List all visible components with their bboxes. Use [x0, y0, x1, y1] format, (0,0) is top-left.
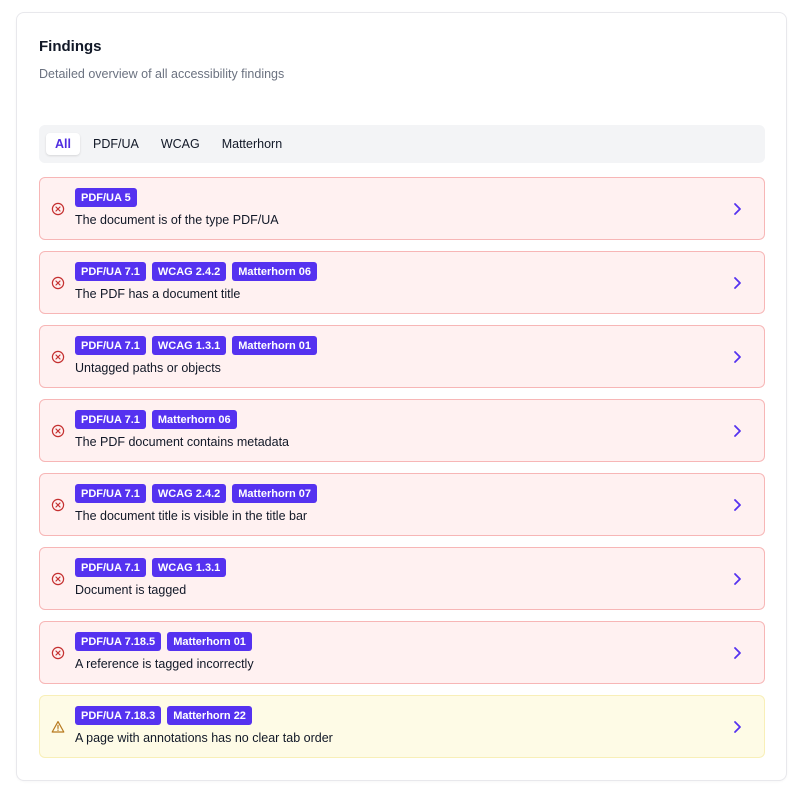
- finding-item[interactable]: PDF/UA 7.1 WCAG 2.4.2 Matterhorn 07 The doc…: [39, 473, 765, 536]
- finding-item[interactable]: PDF/UA 7.18.5 Matterhorn 01 A reference is…: [39, 621, 765, 684]
- finding-badges: PDF/UA 7.18.5 Matterhorn 01: [75, 632, 258, 651]
- finding-item[interactable]: PDF/UA 7.18.3 Matterhorn 22 A page with an…: [39, 695, 765, 758]
- chevron-right-icon[interactable]: [732, 202, 742, 216]
- standard-badge: PDF/UA 7.1: [75, 262, 146, 281]
- finding-badges: PDF/UA 7.1 Matterhorn 06: [75, 410, 243, 429]
- finding-item[interactable]: PDF/UA 7.1 Matterhorn 06 The PDF document …: [39, 399, 765, 462]
- finding-description: Document is tagged: [75, 583, 187, 597]
- chevron-right-icon[interactable]: [732, 646, 742, 660]
- chevron-right-icon[interactable]: [732, 276, 742, 290]
- finding-item[interactable]: PDF/UA 7.1 WCAG 1.3.1 Document is tagged: [39, 547, 765, 610]
- standard-badge: PDF/UA 7.18.5: [75, 632, 162, 651]
- standard-badge: PDF/UA 7.1: [75, 410, 146, 429]
- chevron-right-icon[interactable]: [732, 720, 742, 734]
- finding-item[interactable]: PDF/UA 7.1 WCAG 2.4.2 Matterhorn 06 The PDF…: [39, 251, 765, 314]
- finding-badges: PDF/UA 7.1 WCAG 2.4.2 Matterhorn 07: [75, 484, 323, 503]
- chevron-right-icon[interactable]: [732, 572, 742, 586]
- x-circle-icon: [51, 498, 65, 512]
- finding-item[interactable]: PDF/UA 7.1 WCAG 1.3.1 Matterhorn 01 Untagge…: [39, 325, 765, 388]
- finding-description: The document title is visible in the tit…: [75, 509, 308, 523]
- finding-badges: PDF/UA 7.1 WCAG 1.3.1 Matterhorn 01: [75, 336, 323, 355]
- page-subtitle: Detailed overview of all accessibility f…: [39, 67, 285, 81]
- standard-badge: PDF/UA 5: [75, 188, 137, 207]
- standard-badge: PDF/UA 7.1: [75, 558, 146, 577]
- tab-pdfua[interactable]: PDF/UA: [84, 133, 148, 155]
- x-circle-icon: [51, 276, 65, 290]
- page-title: Findings: [39, 38, 102, 55]
- warning-triangle-icon: [51, 721, 65, 733]
- chevron-right-icon[interactable]: [732, 424, 742, 438]
- x-circle-icon: [51, 572, 65, 586]
- standard-badge: WCAG 2.4.2: [151, 484, 227, 503]
- standard-badge: PDF/UA 7.18.3: [75, 706, 162, 725]
- standard-badge: Matterhorn 06: [232, 262, 317, 281]
- finding-description: A page with annotations has no clear tab…: [75, 731, 333, 745]
- standard-badge: WCAG 1.3.1: [151, 336, 227, 355]
- finding-description: The document is of the type PDF/UA: [75, 213, 279, 227]
- standard-badge: Matterhorn 06: [151, 410, 237, 429]
- standard-badge: WCAG 1.3.1: [151, 558, 227, 577]
- x-circle-icon: [51, 350, 65, 364]
- chevron-right-icon[interactable]: [732, 498, 742, 512]
- tab-wcag[interactable]: WCAG: [152, 133, 209, 155]
- filter-tabs: All PDF/UA WCAG Matterhorn: [39, 125, 765, 163]
- finding-description: The PDF has a document title: [75, 287, 241, 301]
- x-circle-icon: [51, 202, 65, 216]
- finding-description: The PDF document contains metadata: [75, 435, 290, 449]
- standard-badge: Matterhorn 01: [232, 336, 317, 355]
- finding-badges: PDF/UA 5: [75, 188, 143, 207]
- standard-badge: Matterhorn 22: [167, 706, 252, 725]
- finding-description: A reference is tagged incorrectly: [75, 657, 254, 671]
- standard-badge: PDF/UA 7.1: [75, 336, 146, 355]
- chevron-right-icon[interactable]: [732, 350, 742, 364]
- standard-badge: WCAG 2.4.2: [151, 262, 227, 281]
- finding-badges: PDF/UA 7.18.3 Matterhorn 22: [75, 706, 258, 725]
- findings-card: Findings Detailed overview of all access…: [16, 12, 787, 781]
- tab-all[interactable]: All: [46, 133, 80, 155]
- finding-description: Untagged paths or objects: [75, 361, 221, 375]
- finding-item[interactable]: PDF/UA 5 The document is of the type PDF/…: [39, 177, 765, 240]
- x-circle-icon: [51, 646, 65, 660]
- tab-matterhorn[interactable]: Matterhorn: [213, 133, 291, 155]
- finding-badges: PDF/UA 7.1 WCAG 1.3.1: [75, 558, 232, 577]
- standard-badge: PDF/UA 7.1: [75, 484, 146, 503]
- standard-badge: Matterhorn 01: [167, 632, 252, 651]
- standard-badge: Matterhorn 07: [232, 484, 317, 503]
- findings-list: PDF/UA 5 The document is of the type PDF/…: [39, 177, 765, 769]
- x-circle-icon: [51, 424, 65, 438]
- finding-badges: PDF/UA 7.1 WCAG 2.4.2 Matterhorn 06: [75, 262, 323, 281]
